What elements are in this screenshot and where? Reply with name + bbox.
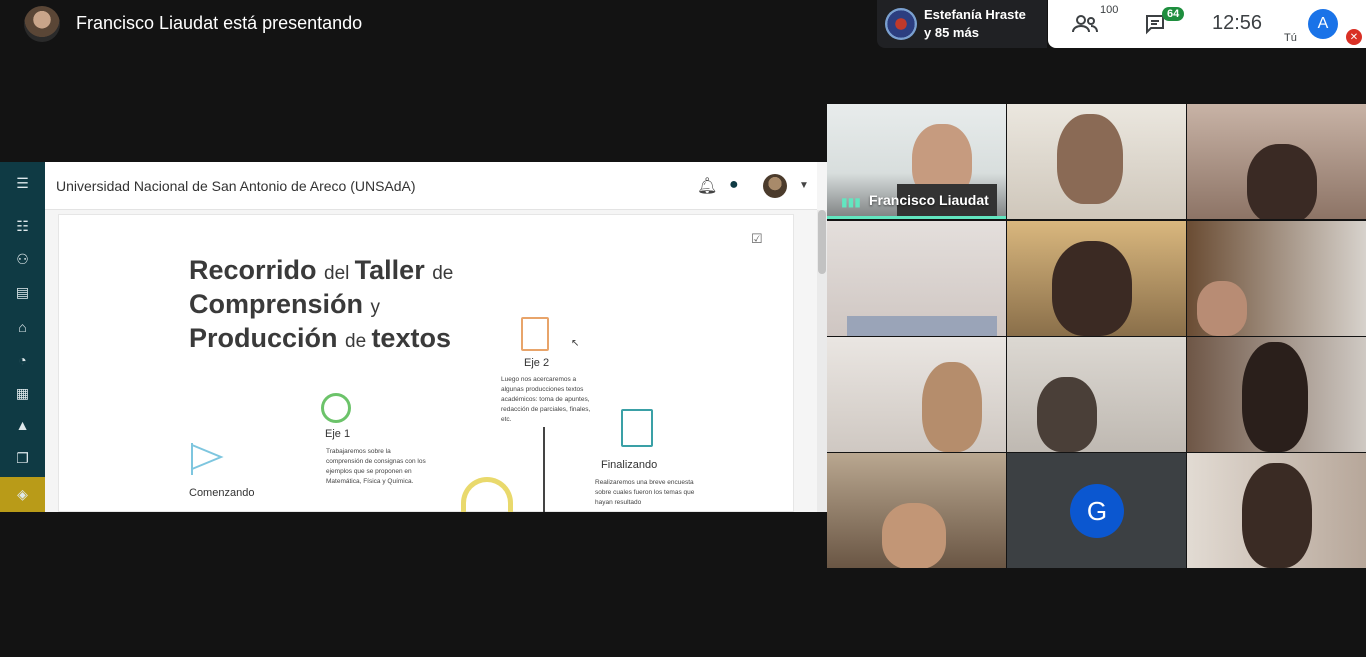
video-tile[interactable] (1007, 104, 1186, 219)
messages-icon[interactable]: ● (729, 176, 739, 194)
site-title[interactable]: Universidad Nacional de San Antonio de A… (56, 178, 416, 194)
participant-avatar (885, 8, 917, 40)
scrollbar[interactable] (817, 210, 827, 512)
speaker-name: Francisco Liaudat (869, 192, 989, 208)
video-tile-speaker[interactable]: ▮▮▮ Francisco Liaudat (827, 104, 1006, 219)
participant-video (1247, 144, 1317, 219)
presenting-title: Francisco Liaudat está presentando (76, 13, 363, 33)
participant-video (1057, 114, 1123, 204)
participant-name: Estefanía Hraste (924, 7, 1026, 22)
scrollbar-thumb[interactable] (818, 210, 826, 274)
participant-video (1052, 241, 1132, 336)
checkbox-icon[interactable]: ☑ (751, 231, 763, 247)
participant-video (1242, 463, 1312, 568)
people-icon[interactable] (1072, 8, 1098, 40)
video-tile[interactable] (827, 337, 1006, 452)
meeting-controls: 100 64 12:56 A Tú ✕ (1048, 0, 1366, 48)
dashboard-icon[interactable]: ◔ (0, 345, 45, 375)
end-desc: Realizaremos una breve encuesta sobre cu… (595, 479, 695, 506)
start-label: Comenzando (189, 487, 255, 499)
shared-screen: ☰ ☷ ⚇ ▤ ⌂ ◔ ▦ ▲ ❐ ◈ Universidad Nacional… (0, 162, 827, 512)
moodle-sidenav: ☰ ☷ ⚇ ▤ ⌂ ◔ ▦ ▲ ❐ ◈ (0, 162, 45, 512)
content-card: ☑ Recorrido del Taller de Comprensión y … (58, 214, 794, 512)
participant-video (922, 362, 982, 452)
site-header: Universidad Nacional de San Antonio de A… (45, 162, 817, 210)
participant-video (1242, 342, 1308, 452)
participants-icon[interactable]: ⚇ (0, 244, 45, 274)
certificate-icon (621, 409, 653, 447)
poster-title: Recorrido del Taller de Comprensión y Pr… (189, 255, 454, 353)
video-tile[interactable] (827, 453, 1006, 568)
participant-video (1197, 281, 1247, 336)
lock-icon[interactable]: ◈ (0, 477, 45, 512)
clock: 12:56 (1212, 12, 1263, 34)
chevron-down-icon[interactable]: ▼ (799, 180, 809, 191)
video-tile[interactable] (1007, 337, 1186, 452)
video-tile[interactable] (827, 221, 1006, 336)
participant-video (882, 503, 946, 568)
video-tile[interactable] (1007, 221, 1186, 336)
video-tile-camera-off[interactable]: G (1007, 453, 1186, 568)
padlock-icon (461, 477, 513, 512)
participants-count: 100 (1100, 4, 1119, 16)
presenter-avatar (24, 6, 60, 42)
timeline-line (543, 427, 545, 512)
smiley-icon (321, 393, 351, 423)
speaking-icon: ▮▮▮ (841, 195, 861, 209)
menu-icon[interactable]: ☰ (0, 168, 45, 198)
checklist-icon (521, 317, 549, 351)
self-label: Tú (1284, 32, 1297, 44)
participant-avatar-g: G (1070, 484, 1124, 538)
list-icon[interactable]: ☷ (0, 211, 45, 241)
video-tile[interactable] (1187, 453, 1366, 568)
participant-chip[interactable]: Estefanía Hraste y 85 más (877, 0, 1047, 48)
home-icon[interactable]: ⌂ (0, 312, 45, 342)
chat-unread-badge: 64 (1162, 7, 1185, 21)
video-tile[interactable] (1187, 337, 1366, 452)
eje1-desc: Trabajaremos sobre la comprensión de con… (326, 448, 426, 485)
video-tile[interactable] (1187, 221, 1366, 336)
meeting-top-bar: Francisco Liaudat está presentando Estef… (0, 0, 1366, 48)
speaking-indicator (827, 216, 1006, 219)
participant-video (1037, 377, 1097, 452)
mic-off-icon: ✕ (1346, 29, 1362, 45)
cursor-icon: ↖ (571, 338, 580, 349)
participant-video (847, 316, 997, 336)
user-avatar[interactable] (763, 174, 787, 198)
participant-others: y 85 más (924, 25, 979, 40)
eje2-desc: Luego nos acercaremos a algunas producci… (501, 376, 591, 423)
graduation-icon[interactable]: ▲ (0, 410, 45, 440)
flag-icon (191, 443, 224, 475)
bell-icon[interactable]: 🔔︎ (697, 176, 717, 196)
book-icon[interactable]: ▤ (0, 277, 45, 307)
eje2-label: Eje 2 (524, 357, 550, 369)
calendar-icon[interactable]: ▦ (0, 378, 45, 408)
files-icon[interactable]: ❐ (0, 443, 45, 473)
self-avatar[interactable]: A (1308, 9, 1338, 39)
end-label: Finalizando (601, 459, 658, 471)
eje1-label: Eje 1 (325, 428, 351, 440)
video-tile[interactable] (1187, 104, 1366, 219)
